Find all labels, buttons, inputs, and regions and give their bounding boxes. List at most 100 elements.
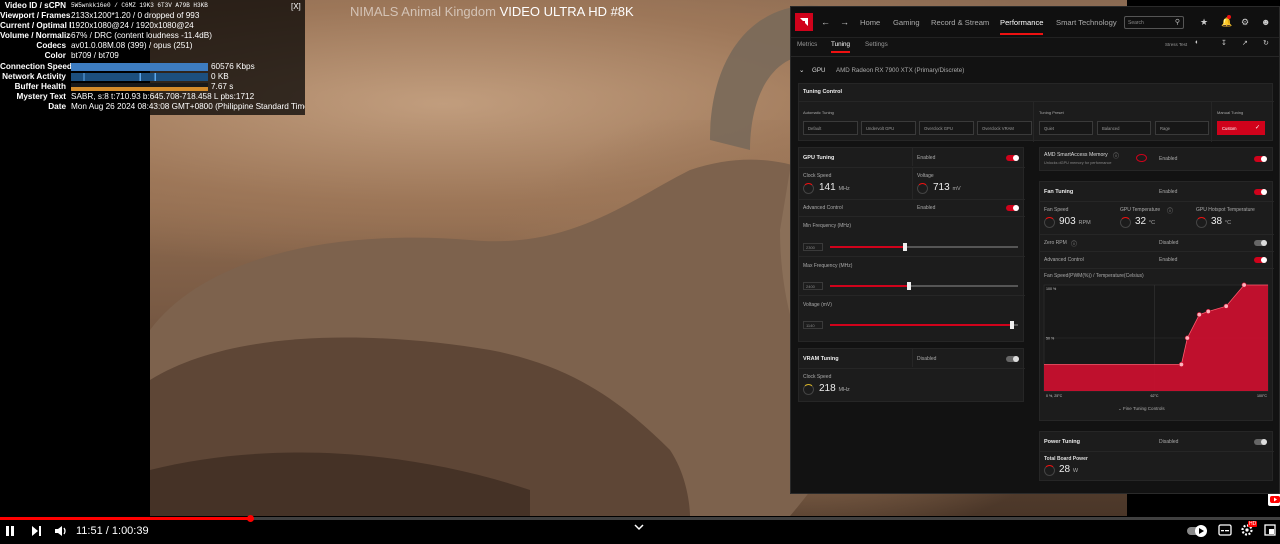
chevron-down-icon[interactable] <box>634 522 644 534</box>
gpu-temperature-value: 32 <box>1135 216 1147 227</box>
nav-smart-technology[interactable]: Smart Technology <box>1056 18 1117 27</box>
voltage-value: 713 <box>933 182 950 193</box>
progress-scrubber[interactable] <box>246 515 254 522</box>
nav-performance[interactable]: Performance <box>1000 18 1044 35</box>
stats-row: Color bt709 / bt709 <box>0 51 305 61</box>
gpu-tuning-panel: GPU Tuning Enabled Clock Speed 141 MHz V… <box>798 147 1025 342</box>
manual-custom-option[interactable]: Custom ✓ <box>1217 121 1265 135</box>
min-frequency-slider[interactable] <box>830 243 1018 251</box>
vram-tuning-toggle[interactable] <box>1006 355 1019 362</box>
sam-toggle[interactable] <box>1254 155 1267 162</box>
advanced-control-toggle[interactable] <box>1006 204 1019 211</box>
preset-quiet-option[interactable]: Quiet <box>1039 121 1093 135</box>
tab-settings[interactable]: Settings <box>865 41 888 48</box>
help-icon[interactable]: ⓘ <box>1071 239 1077 248</box>
stats-row: Date Mon Aug 26 2024 08:43:08 GMT+0800 (P… <box>0 102 305 112</box>
time-total: 1:00:39 <box>111 525 149 537</box>
video-title-prefix: NIMALS Animal Kingdom <box>350 4 496 19</box>
gauge-icon[interactable]: ◐ <box>1195 39 1199 46</box>
stats-row: Viewport / Frames 2133x1200*1.20 / 0 drop… <box>0 11 305 21</box>
auto-default-option[interactable]: Default <box>803 121 858 135</box>
account-icon[interactable]: ☻ <box>1261 17 1270 27</box>
autoplay-toggle-icon[interactable] <box>1187 525 1209 540</box>
automatic-tuning-label: Automatic Tuning <box>803 110 834 115</box>
reset-icon[interactable]: ↻ <box>1263 39 1269 47</box>
min-frequency-handle[interactable] <box>903 243 908 251</box>
voltage-fill <box>830 324 1013 326</box>
stats-value: av01.0.08M.08 (399) / opus (251) <box>71 41 193 51</box>
miniplayer-icon[interactable] <box>1264 524 1276 539</box>
star-icon[interactable]: ★ <box>1200 17 1208 28</box>
bell-icon[interactable]: 🔔 <box>1221 15 1232 28</box>
hotspot-temperature-gauge <box>1196 217 1207 228</box>
board-power-unit: W <box>1072 468 1079 474</box>
tab-tuning[interactable]: Tuning <box>831 41 851 53</box>
fan-tuning-toggle[interactable] <box>1254 188 1267 195</box>
next-icon[interactable] <box>30 525 42 540</box>
fan-advanced-control-toggle[interactable] <box>1254 256 1267 263</box>
tab-metrics[interactable]: Metrics <box>797 41 817 48</box>
max-frequency-input[interactable]: 2400 <box>803 282 823 290</box>
gpu-clock-readout: 141 MHz <box>819 182 850 193</box>
nav-gaming[interactable]: Gaming <box>893 18 920 27</box>
pause-icon[interactable] <box>4 525 16 540</box>
amd-logo[interactable] <box>795 13 813 31</box>
volume-icon[interactable] <box>54 524 68 541</box>
fan-curve-chart[interactable]: 100 % 50 % 0 %, 25°C 62°C 100°C <box>1040 281 1274 403</box>
gpu-temperature-readout: 32 °C <box>1135 216 1155 227</box>
stats-row: Mystery Text SABR, s:8 t:710.93 b:645.708… <box>0 92 305 102</box>
gpu-name[interactable]: AMD Radeon RX 7900 XTX (Primary/Discrete… <box>836 67 964 74</box>
preset-balanced-option[interactable]: Balanced <box>1097 121 1151 135</box>
hotspot-temperature-unit: °C <box>1224 220 1232 226</box>
forward-icon[interactable]: → <box>840 17 849 27</box>
voltage-slider[interactable] <box>830 321 1018 329</box>
stats-value: 1920x1080@24 / 1920x1080@24 <box>71 21 194 31</box>
stats-value: 2133x1200*1.20 / 0 dropped of 993 <box>71 11 200 21</box>
youtube-side-badge[interactable] <box>1268 492 1280 506</box>
voltage-handle[interactable] <box>1010 321 1015 329</box>
advanced-control-label: Advanced Control <box>803 205 843 211</box>
stats-value: Mon Aug 26 2024 08:43:08 GMT+0800 (Phili… <box>71 101 305 111</box>
subtitles-icon[interactable] <box>1218 524 1232 539</box>
search-input[interactable]: Search ⚲ <box>1124 16 1184 29</box>
progress-bar[interactable] <box>0 515 1280 522</box>
vram-tuning-state: Disabled <box>917 356 937 362</box>
fine-tuning-controls-link[interactable]: ⌄ Fine Tuning Controls <box>1118 406 1165 412</box>
help-icon[interactable]: ⓘ <box>1167 206 1173 215</box>
export-icon[interactable]: ↗ <box>1242 39 1248 47</box>
vram-clock-readout: 218 MHz <box>819 383 850 394</box>
min-frequency-input[interactable]: 2300 <box>803 243 823 251</box>
stress-test-button[interactable]: Stress Test <box>1165 42 1187 47</box>
gpu-clock-unit: MHz <box>838 186 850 192</box>
stats-label: Viewport / Frames <box>0 11 71 21</box>
power-tuning-toggle[interactable] <box>1254 438 1267 445</box>
zero-rpm-toggle[interactable] <box>1254 239 1267 246</box>
gpu-tuning-toggle[interactable] <box>1006 154 1019 161</box>
stats-value: bt709 / bt709 <box>71 51 119 61</box>
fan-advanced-control-state: Enabled <box>1159 257 1178 263</box>
max-frequency-slider[interactable] <box>830 282 1018 290</box>
max-frequency-handle[interactable] <box>906 282 911 290</box>
gear-icon[interactable]: HD <box>1240 521 1258 540</box>
import-icon[interactable]: ↧ <box>1221 39 1227 47</box>
auto-undervolt-option[interactable]: Undervolt GPU <box>861 121 916 135</box>
stats-for-nerds-panel: Video ID / sCPN 5W5wnkk16e0 / C6MZ 19K3 6… <box>0 0 305 115</box>
nav-home[interactable]: Home <box>860 18 880 27</box>
preset-rage-option[interactable]: Rage <box>1155 121 1209 135</box>
nav-record-stream[interactable]: Record & Stream <box>931 18 989 27</box>
vram-clock-gauge <box>803 384 814 395</box>
back-icon[interactable]: ← <box>821 17 830 27</box>
stats-row: Network Activity 0 KB <box>0 72 305 82</box>
notification-dot <box>1227 15 1231 19</box>
help-icon[interactable]: ⓘ <box>1113 151 1119 160</box>
voltage-input[interactable]: 1140 <box>803 321 823 329</box>
max-frequency-label: Max Frequency (MHz) <box>803 263 853 269</box>
auto-overclock-gpu-option[interactable]: Overclock GPU <box>919 121 974 135</box>
auto-overclock-vram-option[interactable]: Overclock VRAM <box>977 121 1032 135</box>
min-frequency-fill <box>830 246 906 248</box>
stats-value[interactable]: 5W5wnkk16e0 / C6MZ 19K3 6T3V A79B H3KB <box>71 1 305 11</box>
gpu-chevron-icon[interactable]: ⌄ <box>799 66 804 74</box>
stats-close-button[interactable]: [X] <box>291 3 301 12</box>
gear-icon[interactable]: ⚙ <box>1241 17 1249 28</box>
zero-rpm-state: Disabled <box>1159 240 1179 246</box>
